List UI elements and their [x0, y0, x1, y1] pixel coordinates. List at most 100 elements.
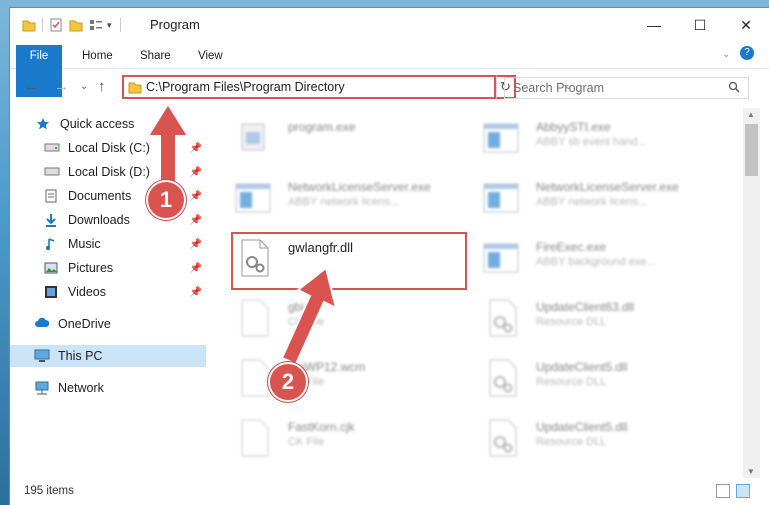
list-item[interactable]: AbbyySTI.exe ABBY sb event hand... — [468, 112, 708, 164]
close-button[interactable]: ✕ — [723, 8, 769, 42]
sidebar-item-this-pc[interactable]: This PC — [10, 345, 206, 367]
file-description: ABBY sb event hand... — [536, 136, 647, 148]
ribbon-tabs: File Home Share View ⌄ ? — [10, 42, 769, 97]
sidebar-item-label: Music — [68, 237, 101, 251]
maximize-button[interactable]: ☐ — [677, 8, 723, 42]
drive-icon — [44, 141, 60, 155]
sidebar-item-label: Videos — [68, 285, 106, 299]
step1-badge: 1 — [146, 180, 186, 220]
file-name: FireExec.exe — [536, 240, 607, 254]
exe-file-icon — [241, 123, 265, 151]
file-icon — [241, 419, 269, 457]
list-item[interactable]: program.exe — [220, 112, 460, 164]
file-name: NetworkLicenseServer.exe — [536, 180, 679, 194]
file-name: UpdateClient5.dll — [536, 360, 628, 374]
file-description: ABBY background exe... — [536, 256, 656, 268]
pc-icon — [34, 349, 50, 363]
tab-home[interactable]: Home — [76, 45, 119, 67]
sidebar-item-label: This PC — [58, 349, 103, 363]
search-icon[interactable] — [728, 81, 740, 93]
address-bar[interactable]: C:\Program Files\Program Directory ⌵ — [122, 75, 572, 99]
sidebar-item-label: Network — [58, 381, 104, 395]
list-item[interactable]: NetworkLicenseServer.exe ABBY network li… — [220, 172, 460, 224]
file-description: Resource DLL — [536, 436, 607, 448]
list-item[interactable]: FastKorn.cjk CK File — [220, 412, 460, 464]
drive-icon — [44, 165, 60, 179]
sidebar-item-onedrive[interactable]: OneDrive — [34, 313, 206, 335]
folder-icon[interactable] — [22, 18, 36, 32]
file-name: AbbyySTI.exe — [536, 120, 611, 134]
file-name: FastKorn.cjk — [288, 420, 355, 434]
target-file-highlight — [231, 232, 467, 290]
chevron-down-icon[interactable]: ⌄ — [722, 49, 730, 60]
folder-icon — [128, 82, 142, 94]
tab-view[interactable]: View — [192, 45, 229, 67]
file-description: Resource DLL — [536, 316, 607, 328]
sidebar-item-pictures[interactable]: Pictures 📌 — [44, 257, 206, 279]
network-icon — [34, 381, 50, 395]
help-button[interactable]: ? — [740, 46, 754, 60]
explorer-window: ▾ Program — ☐ ✕ File Home Share View ⌄ ?… — [10, 8, 769, 505]
sidebar-item-network[interactable]: Network — [34, 377, 206, 399]
vertical-scrollbar[interactable]: ▲ ▼ — [743, 108, 760, 478]
sidebar-item-label: Quick access — [60, 117, 135, 131]
exe-file-icon — [235, 183, 271, 213]
file-name: NetworkLicenseServer.exe — [288, 180, 431, 194]
toolbar-divider — [119, 18, 121, 32]
exe-file-icon — [483, 183, 519, 213]
quick-access-toolbar: ▾ — [22, 17, 129, 33]
sidebar-item-label: Downloads — [68, 213, 130, 227]
list-item[interactable]: FireExec.exe ABBY background exe... — [468, 232, 708, 284]
pin-icon[interactable]: 📌 — [190, 215, 202, 226]
file-name: UpdateClient63.dll — [536, 300, 635, 314]
dll-file-icon — [489, 419, 517, 457]
sidebar-item-music[interactable]: Music 📌 — [44, 233, 206, 255]
exe-file-icon — [483, 123, 519, 153]
back-arrow-icon[interactable]: ← — [24, 78, 39, 95]
list-item[interactable]: UpdateClient5.dll Resource DLL — [468, 412, 708, 464]
search-input[interactable]: Search Program — [504, 77, 749, 99]
title-bar: ▾ Program — ☐ ✕ — [10, 8, 769, 42]
up-arrow-icon[interactable]: ↑ — [98, 78, 106, 95]
list-item[interactable]: UpdateClient63.dll Resource DLL — [468, 292, 708, 344]
tab-share[interactable]: Share — [134, 45, 177, 67]
dll-file-icon — [489, 359, 517, 397]
pin-icon[interactable]: 📌 — [190, 239, 202, 250]
minimize-button[interactable]: — — [631, 8, 677, 42]
file-description: Resource DLL — [536, 376, 607, 388]
exe-file-icon — [483, 243, 519, 273]
file-name: UpdateClient5.dll — [536, 420, 628, 434]
sidebar-item-label: Documents — [68, 189, 132, 203]
star-icon — [36, 117, 52, 131]
pictures-icon — [44, 261, 60, 275]
file-description: CK File — [288, 436, 325, 448]
large-icons-view-icon[interactable] — [736, 484, 750, 498]
sidebar-item-videos[interactable]: Videos 📌 — [44, 281, 206, 303]
details-view-icon[interactable] — [716, 484, 730, 498]
scroll-up-icon[interactable]: ▲ — [747, 110, 755, 119]
cloud-icon — [34, 317, 50, 331]
properties-icon[interactable] — [49, 18, 63, 32]
downloads-icon — [44, 213, 60, 227]
list-item[interactable]: NetworkLicenseServer.exe ABBY network li… — [468, 172, 708, 224]
scroll-down-icon[interactable]: ▼ — [747, 467, 755, 476]
list-item[interactable]: UpdateClient5.dll Resource DLL — [468, 352, 708, 404]
music-icon — [44, 237, 60, 251]
view-options-icon[interactable] — [89, 18, 103, 32]
file-icon — [241, 299, 269, 337]
pin-icon[interactable]: 📌 — [190, 287, 202, 298]
pin-icon[interactable]: 📌 — [190, 263, 202, 274]
scrollbar-thumb[interactable] — [745, 124, 758, 176]
sidebar-item-label: Pictures — [68, 261, 114, 275]
forward-arrow-icon[interactable]: → — [54, 78, 69, 95]
file-name: program.exe — [288, 120, 356, 134]
dll-file-icon — [489, 299, 517, 337]
step2-arrow — [280, 266, 338, 366]
new-folder-icon[interactable] — [69, 18, 83, 32]
address-row: ← → ⌄ ↑ C:\Program Files\Program Directo… — [10, 70, 769, 104]
recent-locations-icon[interactable]: ⌄ — [80, 81, 88, 92]
chevron-down-icon[interactable]: ▾ — [107, 20, 112, 31]
step2-badge: 2 — [268, 362, 308, 402]
item-count: 195 items — [24, 485, 74, 497]
status-bar: 195 items — [10, 478, 769, 505]
